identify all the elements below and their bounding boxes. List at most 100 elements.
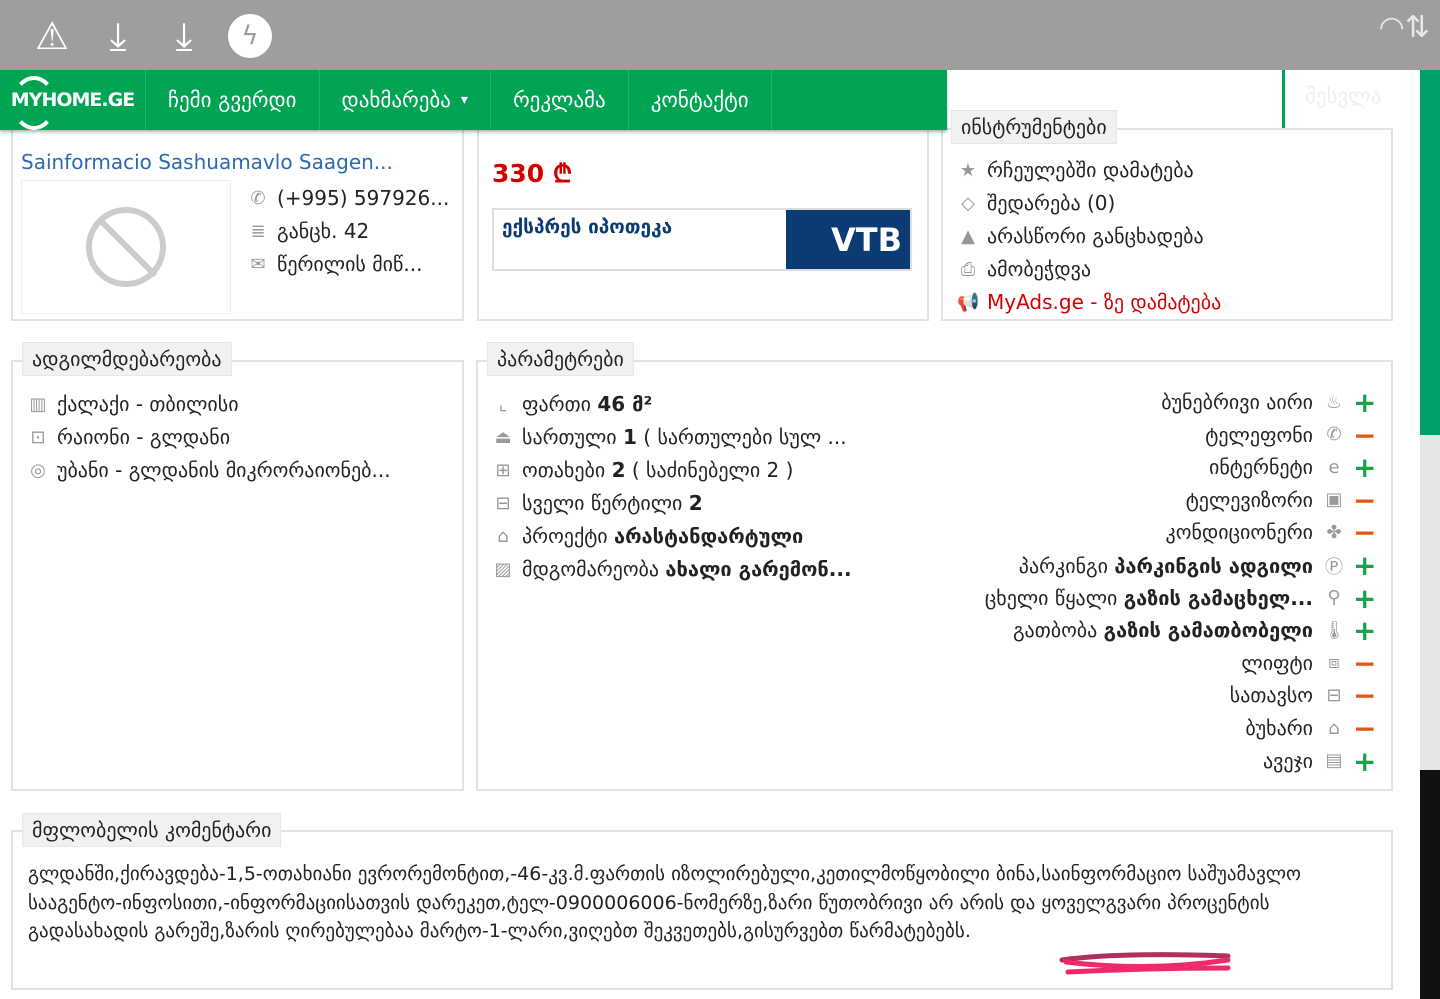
param-value: 2 [611, 458, 626, 482]
nav-my-page[interactable]: ჩემი გვერდი [146, 70, 320, 130]
internet-icon: e [1328, 456, 1340, 478]
amenity-row: გათბობა გაზის გამათბობელი 🌡 [1012, 618, 1346, 643]
param-value: 2 [688, 491, 703, 515]
agent-ads-count[interactable]: განცხ. 42 [277, 219, 369, 243]
nav-help[interactable]: დახმარება ▾ [320, 70, 491, 130]
amenity-row: ლიფტი ⧈ [1241, 651, 1345, 675]
mortgage-banner[interactable]: ექსპრეს იპოთეკა VTB [492, 208, 912, 271]
tools-title: ინსტრუმენტები [951, 110, 1117, 144]
minus-icon: − [1353, 516, 1377, 550]
amenity-value: გაზის გამაცხელ... [1123, 585, 1313, 610]
elevator-icon: ⧈ [1328, 652, 1340, 674]
no-photo-icon [86, 207, 166, 287]
building-icon: ▥ [29, 393, 47, 415]
location-area: უბანი - გლდანის მიკრორაიონებ... [57, 458, 391, 482]
amenity-label: ბუნებრივი აირი [1161, 390, 1313, 414]
nav-help-label: დახმარება [341, 88, 451, 112]
amenity-row: პარკინგი პარკინგის ადგილი Ⓟ [1019, 553, 1345, 579]
param-value: არასტანდარტული [614, 524, 804, 548]
amenity-row: ტელეფონი ✆ [1205, 423, 1345, 447]
location-city: ქალაქი - თბილისი [57, 392, 239, 416]
comment-title: მფლობელის კომენტარი [22, 813, 282, 847]
price-value: 330 ₾ [492, 159, 573, 188]
star-icon: ★ [959, 159, 977, 181]
gas-icon: ♨ [1325, 391, 1343, 413]
project-icon: ⌂ [497, 525, 509, 547]
amenity-label: პარკინგი [1018, 554, 1108, 578]
main-nav: MYHOME.GE ჩემი გვერდი დახმარება ▾ რეკლამა… [0, 70, 947, 130]
logo-text: MYHOME.GE [10, 89, 135, 111]
params-card: ⌞ ფართი 46 მ² ⏏ სართული 1 ( სართულები სულ … [476, 360, 1393, 791]
parking-icon: Ⓟ [1325, 557, 1343, 578]
amenity-label: ინტერნეტი [1208, 455, 1313, 480]
param-row: ⌞ ფართი 46 მ² [492, 392, 659, 416]
tv-icon: ▣ [1325, 489, 1343, 511]
location-card: ▥ ქალაქი - თბილისი ⊡ რაიონი - გლდანი ◎ უბან… [11, 360, 464, 791]
nav-contact[interactable]: კონტაქტი [629, 70, 772, 130]
minus-icon: − [1353, 483, 1377, 517]
param-label: ფართი [522, 392, 591, 416]
amenity-label: ლიფტი [1241, 650, 1313, 675]
minus-icon: − [1353, 712, 1377, 745]
floor-icon: ⏏ [494, 426, 512, 448]
target-icon: ◎ [30, 459, 46, 481]
param-label: სართული [522, 425, 617, 449]
param-row: ⊞ ოთახები 2 ( საძინებელი 2 ) [492, 458, 793, 482]
report-ad-link[interactable]: არასწორი განცხადება [987, 224, 1204, 248]
agent-phone[interactable]: (+995) 597926... [277, 186, 449, 210]
logo[interactable]: MYHOME.GE [0, 70, 146, 130]
minus-icon: − [1353, 646, 1377, 680]
district-icon: ⊡ [30, 426, 46, 448]
messenger-icon: ϟ [228, 14, 272, 58]
warning-icon: ⚠ [34, 14, 70, 58]
amenity-row: ინტერნეტი e [1209, 455, 1345, 479]
plus-icon: + [1353, 614, 1377, 648]
param-value: 1 [623, 425, 637, 449]
rooms-icon: ⊞ [495, 459, 511, 481]
amenity-label: კონდიციონერი [1165, 520, 1313, 545]
amenity-row: ტელევიზორი ▣ [1186, 488, 1345, 512]
param-extra: ( სართულები სულ ... [643, 425, 847, 449]
param-label: სველი წერტილი [522, 491, 683, 515]
compare-icon: ◇ [961, 192, 975, 214]
price-card: 330 ₾ ექსპრეს იპოთეკა VTB [477, 118, 929, 321]
location-title: ადგილმდებარეობა [22, 342, 232, 376]
fireplace-icon: ⌂ [1328, 717, 1340, 739]
amenity-label: ბუხარი [1245, 716, 1313, 740]
download-icon: ⤓ [109, 14, 127, 58]
phone-icon: ✆ [1326, 424, 1342, 446]
scrollbar[interactable] [1420, 70, 1440, 999]
login-button[interactable]: შესვლა [1305, 84, 1381, 108]
amenity-row: ბუხარი ⌂ [1245, 716, 1345, 740]
agent-card: Sainformacio Sashuamavlo Saagen... ✆ (+99… [11, 118, 464, 321]
send-message-link[interactable]: წერილის მიწ... [277, 252, 422, 276]
amenity-label: ცხელი წყალი [984, 585, 1118, 610]
furniture-icon: ▤ [1325, 750, 1343, 772]
print-link[interactable]: ამობეჭდვა [987, 257, 1091, 281]
param-label: ოთახები [522, 458, 606, 482]
agent-photo [21, 180, 231, 314]
nav-ads[interactable]: რეკლამა [491, 70, 629, 130]
myads-link[interactable]: MyAds.ge - ზე დამატება [987, 290, 1221, 314]
param-row: ⏏ სართული 1 ( სართულები სულ ... [492, 425, 847, 449]
amenity-row: ცხელი წყალი გაზის გამაცხელ... ⚲ [985, 586, 1345, 610]
add-to-favorites[interactable]: რჩეულებში დამატება [987, 158, 1194, 182]
compare-link[interactable]: შედარება (0) [987, 191, 1115, 215]
area-icon: ⌞ [498, 393, 508, 415]
mail-icon: ✉ [250, 253, 266, 275]
agent-name-link[interactable]: Sainformacio Sashuamavlo Saagen... [21, 150, 393, 174]
pen-scribble [1059, 952, 1231, 975]
params-title: პარამეტრები [487, 342, 634, 376]
param-row: ⊟ სველი წერტილი 2 [492, 491, 709, 515]
vtb-logo: VTB [786, 210, 910, 269]
param-extra: ( საძინებელი 2 ) [631, 458, 794, 482]
amenity-label: სათავსო [1229, 683, 1313, 708]
amenity-label: გათბობა [1012, 618, 1098, 643]
amenity-value: პარკინგის ადგილი [1114, 554, 1313, 578]
mortgage-label: ექსპრეს იპოთეკა [502, 216, 673, 238]
location-district: რაიონი - გლდანი [57, 425, 231, 449]
amenity-value: გაზის გამათბობელი [1103, 618, 1313, 643]
plus-icon: + [1353, 451, 1377, 485]
print-icon: ⎙ [960, 258, 976, 280]
minus-icon: − [1353, 418, 1377, 452]
